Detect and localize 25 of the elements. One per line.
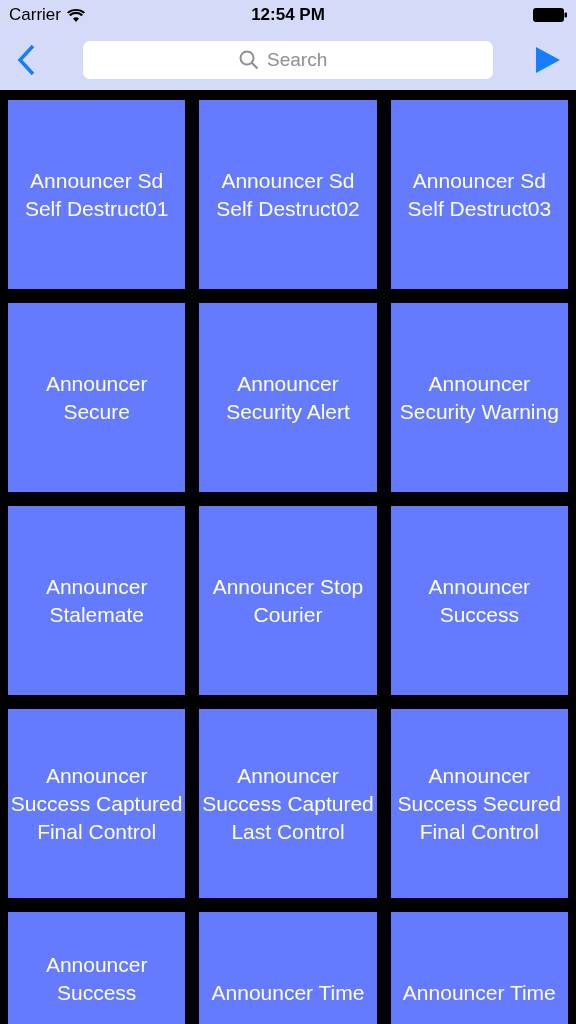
sound-tile[interactable]: Announcer Stop Courier xyxy=(199,506,377,695)
back-chevron-icon xyxy=(16,44,36,76)
sound-tile[interactable]: Announcer Success Captured Final Control xyxy=(8,709,186,898)
sound-tile[interactable]: Announcer Stalemate xyxy=(8,506,186,695)
sound-tile[interactable]: Announcer Success Captured Last Control xyxy=(199,709,377,898)
search-input[interactable]: Search xyxy=(267,45,337,75)
sound-tile[interactable]: Announcer Success xyxy=(8,912,186,1024)
sound-tile[interactable]: Announcer Time xyxy=(199,912,377,1024)
sound-tile[interactable]: Announcer Time xyxy=(390,912,568,1024)
sound-tile[interactable]: Announcer Success xyxy=(390,506,568,695)
carrier-label: Carrier xyxy=(9,4,61,27)
sound-tile[interactable]: Announcer Sd Self Destruct01 xyxy=(8,100,186,289)
wifi-icon xyxy=(66,8,85,22)
play-button[interactable] xyxy=(536,45,562,75)
play-icon xyxy=(536,47,560,73)
sound-tile[interactable]: Announcer Success Secured Final Control xyxy=(390,709,568,898)
search-field[interactable]: Search xyxy=(83,41,493,79)
sound-tile[interactable]: Announcer Security Warning xyxy=(390,303,568,492)
sound-tile[interactable]: Announcer Secure xyxy=(8,303,186,492)
sound-tile[interactable]: Announcer Security Alert xyxy=(199,303,377,492)
battery-icon xyxy=(533,8,567,22)
clock-time: 12:54 PM xyxy=(251,4,325,27)
sound-tile[interactable]: Announcer Sd Self Destruct03 xyxy=(390,100,568,289)
sound-tile[interactable]: Announcer Sd Self Destruct02 xyxy=(199,100,377,289)
search-icon xyxy=(239,50,259,70)
